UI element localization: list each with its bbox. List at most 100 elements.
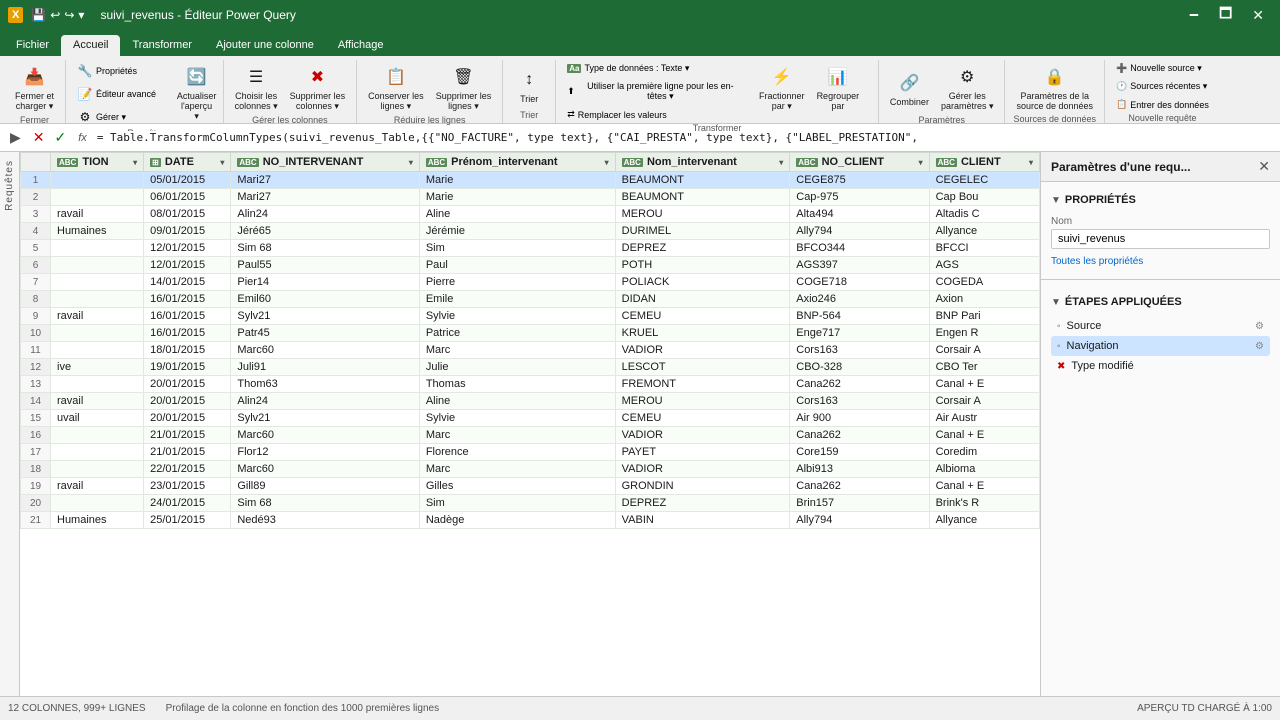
cell-no-int: Sylv21 [231,308,419,325]
split-button[interactable]: ⚡ Fractionner par ▾ [754,60,810,115]
formula-expand-button[interactable]: ▶ [6,129,25,146]
col-header-no-client[interactable]: ABC NO_CLIENT ▾ [790,153,929,172]
cell-no-int: Jéré65 [231,223,419,240]
refresh-button[interactable]: 🔄 Actualiser l'aperçu ▾ [177,60,217,125]
formula-confirm-button[interactable]: ✓ [53,129,69,146]
properties-section-label: PROPRIÉTÉS [1065,194,1136,206]
formula-input[interactable] [97,131,1274,144]
table-row[interactable]: 9 ravail 16/01/2015 Sylv21 Sylvie CEMEU … [21,308,1040,325]
cell-no-int: Sim 68 [231,495,419,512]
table-row[interactable]: 6 12/01/2015 Paul55 Paul POTH AGS397 AGS [21,257,1040,274]
properties-section: ▼ PROPRIÉTÉS Nom Toutes les propriétés [1041,182,1280,275]
manage-params-button[interactable]: ⚙ Gérer les paramètres ▾ [936,60,999,115]
step-gear-icon[interactable]: ⚙ [1255,341,1264,352]
choose-cols-button[interactable]: ☰ Choisir les colonnes ▾ [230,60,283,115]
step-icon: ◦ [1057,341,1061,352]
cell-no-int: Marc60 [231,461,419,478]
first-row-header-button[interactable]: ⬆ Utiliser la première ligne pour les en… [562,78,748,105]
tab-accueil[interactable]: Accueil [61,35,120,56]
col-header-date[interactable]: ⊞ DATE ▾ [144,153,231,172]
table-row[interactable]: 4 Humaines 09/01/2015 Jéré65 Jérémie DUR… [21,223,1040,240]
all-properties-link[interactable]: Toutes les propriétés [1051,256,1143,267]
properties-button[interactable]: 🔧 Propriétés [72,60,171,82]
cell-no-int: Alin24 [231,393,419,410]
steps-section-header[interactable]: ▼ ÉTAPES APPLIQUÉES [1051,292,1270,312]
new-source-button[interactable]: ➕ Nouvelle source ▾ [1111,60,1214,77]
table-row[interactable]: 20 24/01/2015 Sim 68 Sim DEPREZ Brin157 … [21,495,1040,512]
cell-client: Albioma [929,461,1039,478]
close-load-button[interactable]: 📥 Fermer et charger ▾ [10,60,59,115]
step-item[interactable]: ◦ Navigation ⚙ [1051,336,1270,356]
table-row[interactable]: 5 12/01/2015 Sim 68 Sim DEPREZ BFCO344 B… [21,240,1040,257]
cell-nom: DEPREZ [615,495,790,512]
table-row[interactable]: 12 ive 19/01/2015 Juli91 Julie LESCOT CB… [21,359,1040,376]
col-header-prenom[interactable]: ABC Prénom_intervenant ▾ [419,153,615,172]
step-item[interactable]: ◦ Source ⚙ [1051,316,1270,336]
advanced-editor-button[interactable]: 📝 Éditeur avancé [72,83,171,105]
row-number: 12 [21,359,51,376]
table-row[interactable]: 17 21/01/2015 Flor12 Florence PAYET Core… [21,444,1040,461]
keep-rows-button[interactable]: 📋 Conserver les lignes ▾ [363,60,429,115]
tab-ajouter-colonne[interactable]: Ajouter une colonne [204,35,326,56]
close-button[interactable]: ✕ [1244,3,1272,27]
col-header-tion[interactable]: ABC TION ▾ [51,153,144,172]
properties-section-header[interactable]: ▼ PROPRIÉTÉS [1051,190,1270,210]
table-row[interactable]: 10 16/01/2015 Patr45 Patrice KRUEL Enge7… [21,325,1040,342]
sort-icon: ↕ [515,66,543,94]
table-row[interactable]: 3 ravail 08/01/2015 Alin24 Aline MEROU A… [21,206,1040,223]
panel-divider [1041,279,1280,280]
table-row[interactable]: 14 ravail 20/01/2015 Alin24 Aline MEROU … [21,393,1040,410]
name-input[interactable] [1051,229,1270,249]
tab-affichage[interactable]: Affichage [326,35,396,56]
sort-button[interactable]: ↕ Trier [509,63,549,107]
table-row[interactable]: 2 06/01/2015 Mari27 Marie BEAUMONT Cap-9… [21,189,1040,206]
cell-no-int: Mari27 [231,189,419,206]
step-item[interactable]: ✖ Type modifié [1051,356,1270,376]
combine-icon: 🔗 [895,69,923,97]
table-row[interactable]: 19 ravail 23/01/2015 Gill89 Gilles GROND… [21,478,1040,495]
col-header-client[interactable]: ABC CLIENT ▾ [929,153,1039,172]
table-wrapper[interactable]: ABC TION ▾ ⊞ DATE ▾ [20,152,1040,696]
sidebar-toggle[interactable]: Requêtes [0,152,20,696]
replace-values-button[interactable]: ⇄ Remplacer les valeurs [562,106,748,123]
ribbon-group-requete: 🔧 Propriétés 📝 Éditeur avancé ⚙ Gérer ▾ … [66,60,224,123]
table-row[interactable]: 16 21/01/2015 Marc60 Marc VADIOR Cana262… [21,427,1040,444]
table-row[interactable]: 13 20/01/2015 Thom63 Thomas FREMONT Cana… [21,376,1040,393]
cell-date: 09/01/2015 [144,223,231,240]
table-row[interactable]: 7 14/01/2015 Pier14 Pierre POLIACK COGE7… [21,274,1040,291]
table-row[interactable]: 18 22/01/2015 Marc60 Marc VADIOR Albi913… [21,461,1040,478]
maximize-button[interactable]: 🗖 [1211,3,1240,27]
table-row[interactable]: 15 uvail 20/01/2015 Sylv21 Sylvie CEMEU … [21,410,1040,427]
tab-transformer[interactable]: Transformer [120,35,204,56]
source-params-button[interactable]: 🔒 Paramètres de la source de données [1011,60,1098,114]
tab-fichier[interactable]: Fichier [4,35,61,56]
cell-tion [51,172,144,189]
cell-nom: BEAUMONT [615,189,790,206]
cell-tion [51,240,144,257]
step-gear-icon[interactable]: ⚙ [1255,321,1264,332]
cell-tion [51,376,144,393]
right-panel-close-button[interactable]: ✕ [1258,158,1270,175]
group-by-button[interactable]: 📊 Regrouper par [812,60,865,114]
remove-cols-button[interactable]: ✖ Supprimer les colonnes ▾ [285,60,351,115]
combine-button[interactable]: 🔗 Combiner [885,66,934,110]
col-header-nom[interactable]: ABC Nom_intervenant ▾ [615,153,790,172]
row-number: 16 [21,427,51,444]
enter-data-button[interactable]: 📋 Entrer des données [1111,96,1214,113]
formula-cancel-button[interactable]: ✕ [31,129,47,146]
col-header-no-intervenant[interactable]: ABC NO_INTERVENANT ▾ [231,153,419,172]
recent-sources-button[interactable]: 🕐 Sources récentes ▾ [1111,78,1214,95]
remove-rows-button[interactable]: 🗑 Supprimer les lignes ▾ [431,60,497,115]
minimize-button[interactable]: 🗕 [1181,3,1207,27]
table-row[interactable]: 21 Humaines 25/01/2015 Nedé93 Nadège VAB… [21,512,1040,529]
quick-access: 💾 ↩ ↪ ▾ [31,8,84,22]
table-row[interactable]: 8 16/01/2015 Emil60 Emile DIDAN Axio246 … [21,291,1040,308]
manage-button[interactable]: ⚙ Gérer ▾ [72,106,171,128]
cell-tion: ive [51,359,144,376]
cell-tion [51,291,144,308]
cell-nom: CEMEU [615,308,790,325]
table-row[interactable]: 1 05/01/2015 Mari27 Marie BEAUMONT CEGE8… [21,172,1040,189]
table-row[interactable]: 11 18/01/2015 Marc60 Marc VADIOR Cors163… [21,342,1040,359]
data-type-button[interactable]: Aa Type de données : Texte ▾ [562,60,748,77]
status-bar: 12 COLONNES, 999+ LIGNES Profilage de la… [0,696,1280,720]
